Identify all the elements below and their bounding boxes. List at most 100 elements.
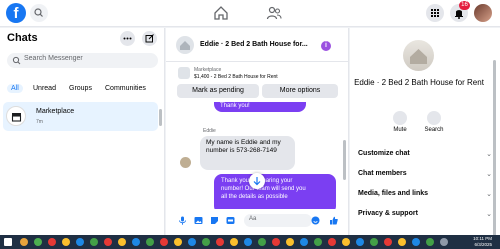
taskbar-app-icon[interactable] bbox=[90, 238, 98, 246]
taskbar-app-icon[interactable] bbox=[314, 238, 322, 246]
taskbar-app-icon[interactable] bbox=[62, 238, 70, 246]
clock-date: 6/3/2025 bbox=[474, 242, 492, 247]
taskbar-app-icon[interactable] bbox=[20, 238, 28, 246]
taskbar-app-icon[interactable] bbox=[286, 238, 294, 246]
message-thread: Thank you! Eddie My name is Eddie and my… bbox=[166, 102, 349, 209]
notification-count-badge: 16 bbox=[459, 1, 470, 10]
message-line: all the details as possible bbox=[221, 194, 288, 200]
media-files-links-section[interactable]: Media, files and links ⌄ bbox=[358, 190, 492, 198]
store-icon bbox=[11, 113, 22, 122]
image-icon[interactable] bbox=[194, 216, 203, 225]
outgoing-message: Thank you! bbox=[214, 102, 306, 112]
system-clock[interactable]: 10:11 PM 6/3/2025 bbox=[473, 236, 492, 248]
gif-icon[interactable] bbox=[226, 216, 235, 225]
sticker-icon[interactable] bbox=[210, 216, 219, 225]
taskbar-app-icon[interactable] bbox=[118, 238, 126, 246]
chat-name: Marketplace bbox=[36, 108, 75, 115]
chevron-down-icon: ⌄ bbox=[486, 211, 492, 218]
tab-groups[interactable]: Groups bbox=[69, 85, 92, 92]
chat-options-button[interactable] bbox=[120, 31, 135, 46]
message-input[interactable]: Aa bbox=[244, 214, 312, 227]
taskbar-app-icon[interactable] bbox=[328, 238, 336, 246]
chat-list-item[interactable]: Marketplace 7m bbox=[3, 102, 158, 131]
conversation-header[interactable]: Eddie · 2 Bed 2 Bath House for... i bbox=[166, 28, 349, 62]
taskbar-app-icon[interactable] bbox=[188, 238, 196, 246]
listing-card: Marketplace $1,400 - 2 Bed 2 Bath House … bbox=[166, 63, 349, 101]
taskbar-app-icon[interactable] bbox=[384, 238, 392, 246]
house-thumbnail-icon bbox=[180, 41, 190, 50]
mute-button[interactable]: Mute bbox=[385, 111, 415, 133]
taskbar-app-icon[interactable] bbox=[356, 238, 364, 246]
taskbar-app-icon[interactable] bbox=[300, 238, 308, 246]
search-icon bbox=[34, 8, 43, 17]
thumbs-up-icon[interactable] bbox=[329, 216, 338, 225]
mark-as-pending-button[interactable]: Mark as pending bbox=[177, 84, 259, 98]
taskbar-app-icon[interactable] bbox=[426, 238, 434, 246]
taskbar-app-icon[interactable] bbox=[398, 238, 406, 246]
chat-timestamp: 7m bbox=[36, 119, 43, 125]
taskbar-app-icon[interactable] bbox=[370, 238, 378, 246]
messenger-search-input[interactable]: Search Messenger bbox=[7, 53, 158, 68]
chevron-down-icon: ⌄ bbox=[486, 191, 492, 198]
taskbar-app-icon[interactable] bbox=[230, 238, 238, 246]
listing-thumbnail bbox=[178, 67, 190, 79]
new-message-button[interactable] bbox=[142, 31, 157, 46]
message-text: Thank you! bbox=[220, 103, 250, 109]
taskbar-app-icon[interactable] bbox=[216, 238, 224, 246]
taskbar-app-icon[interactable] bbox=[160, 238, 168, 246]
chats-heading: Chats bbox=[7, 32, 38, 44]
incoming-message: My name is Eddie and my number is 573-26… bbox=[200, 136, 295, 170]
search-label: Search bbox=[424, 127, 444, 133]
emoji-icon[interactable] bbox=[311, 216, 320, 225]
system-tray-icon[interactable] bbox=[440, 238, 448, 246]
section-label: Media, files and links bbox=[358, 190, 429, 197]
facebook-logo[interactable]: f bbox=[6, 3, 26, 23]
taskbar-app-icon[interactable] bbox=[244, 238, 252, 246]
tab-communities[interactable]: Communities bbox=[105, 85, 146, 92]
message-placeholder: Aa bbox=[249, 216, 257, 222]
microphone-icon[interactable] bbox=[178, 216, 187, 225]
taskbar-app-icon[interactable] bbox=[48, 238, 56, 246]
conversation-panel: Eddie · 2 Bed 2 Bath House for... i Mark… bbox=[166, 28, 349, 235]
outgoing-message: Thank you for sharing your number! Our t… bbox=[214, 174, 336, 209]
search-button[interactable] bbox=[30, 4, 48, 22]
taskbar-app-icon[interactable] bbox=[104, 238, 112, 246]
taskbar-app-icon[interactable] bbox=[174, 238, 182, 246]
taskbar-app-icon[interactable] bbox=[34, 238, 42, 246]
scroll-to-bottom-button[interactable] bbox=[249, 173, 265, 189]
more-dots-icon bbox=[123, 37, 132, 40]
taskbar-app-icon[interactable] bbox=[146, 238, 154, 246]
listing-title[interactable]: $1,400 - 2 Bed 2 Bath House for Rent bbox=[194, 74, 278, 80]
section-label: Chat members bbox=[358, 170, 407, 177]
conversation-title: Eddie · 2 Bed 2 Bath House for... bbox=[200, 41, 308, 48]
taskbar-app-icon[interactable] bbox=[258, 238, 266, 246]
info-icon[interactable]: i bbox=[321, 41, 331, 51]
privacy-support-section[interactable]: Privacy & support ⌄ bbox=[358, 210, 492, 218]
customize-chat-section[interactable]: Customize chat ⌄ bbox=[358, 150, 492, 158]
bell-icon bbox=[393, 111, 407, 125]
marketplace-avatar bbox=[6, 106, 26, 126]
account-avatar[interactable] bbox=[474, 4, 492, 22]
search-placeholder: Search Messenger bbox=[24, 55, 83, 62]
chat-list-scrollbar[interactable] bbox=[159, 109, 162, 126]
details-scrollbar[interactable] bbox=[493, 60, 496, 238]
menu-button[interactable] bbox=[426, 4, 444, 22]
message-line: number! Our team will send you bbox=[221, 186, 306, 192]
more-options-button[interactable]: More options bbox=[262, 84, 338, 98]
taskbar-app-icon[interactable] bbox=[412, 238, 420, 246]
taskbar-app-icon[interactable] bbox=[342, 238, 350, 246]
start-icon[interactable] bbox=[4, 238, 12, 246]
conversation-profile-image bbox=[403, 40, 434, 71]
search-in-conversation-button[interactable]: Search bbox=[419, 111, 449, 133]
tab-all[interactable]: All bbox=[7, 84, 23, 93]
taskbar-app-icon[interactable] bbox=[202, 238, 210, 246]
chat-members-section[interactable]: Chat members ⌄ bbox=[358, 170, 492, 178]
taskbar-app-icon[interactable] bbox=[132, 238, 140, 246]
taskbar-app-icon[interactable] bbox=[76, 238, 84, 246]
os-taskbar: 10:11 PM 6/3/2025 bbox=[0, 235, 500, 249]
taskbar-app-icon[interactable] bbox=[272, 238, 280, 246]
home-icon[interactable] bbox=[213, 5, 229, 21]
message-scrollbar[interactable] bbox=[343, 140, 346, 180]
tab-unread[interactable]: Unread bbox=[33, 85, 56, 92]
friends-icon[interactable] bbox=[266, 5, 282, 21]
